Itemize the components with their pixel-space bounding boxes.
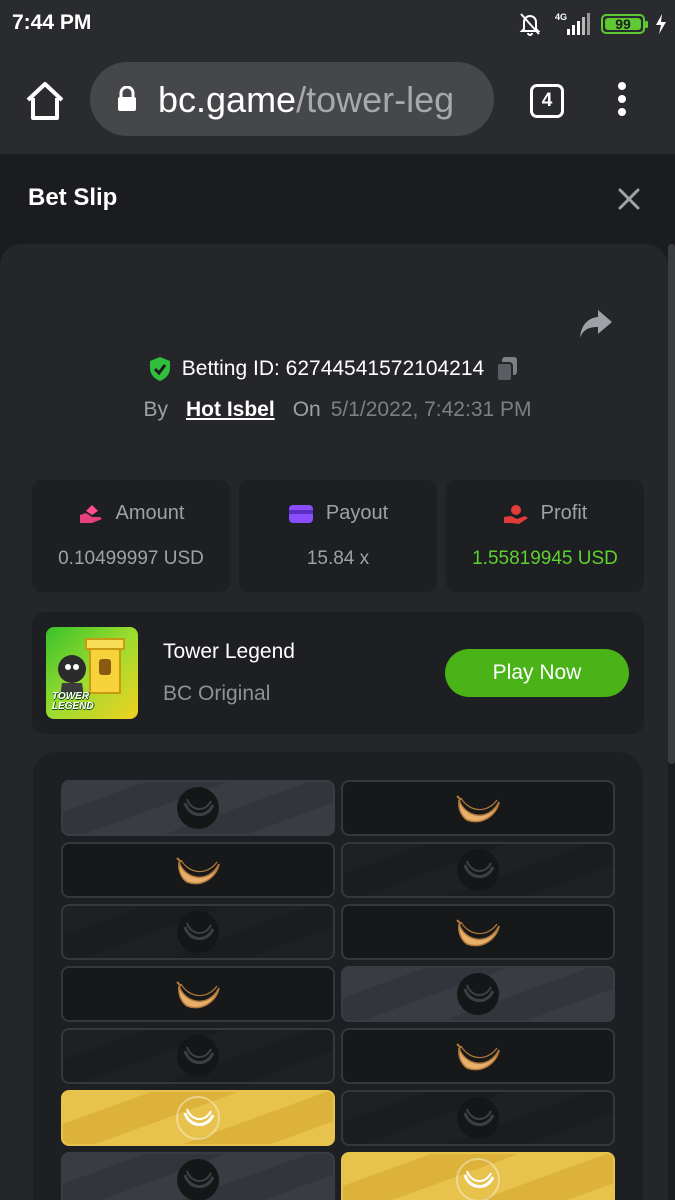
bet-author-row: By Hot Isbel On 5/1/2022, 7:42:31 PM [0, 394, 675, 426]
on-label: On [292, 398, 321, 421]
mute-bell-icon [519, 13, 541, 36]
copy-icon[interactable] [494, 355, 520, 383]
tower-tile [61, 780, 335, 836]
payout-card-icon [288, 504, 313, 523]
banana-icon [456, 795, 500, 823]
payout-value: 15.84 x [306, 548, 370, 569]
tower-tile [341, 1090, 615, 1146]
url-path: /tower-leg [296, 79, 455, 120]
empty-slot-icon [457, 1097, 499, 1139]
game-name: Tower Legend [163, 640, 295, 663]
banana-icon [456, 919, 500, 947]
battery-level: 99 [615, 16, 631, 32]
battery-icon: 99 [601, 14, 648, 34]
game-provider: BC Original [163, 682, 271, 705]
empty-slot-icon [177, 1159, 219, 1200]
game-row: TOWER LEGEND Tower Legend BC Original Pl… [32, 612, 644, 734]
tower-tile [341, 780, 615, 836]
play-now-button[interactable]: Play Now [445, 649, 629, 697]
empty-slot-icon [177, 911, 219, 953]
betting-id: Betting ID: 62744541572104214 [181, 357, 485, 380]
close-icon[interactable] [614, 184, 644, 214]
banana-icon [176, 1096, 220, 1140]
signal-icon: 4G [555, 12, 590, 35]
banana-icon [176, 981, 220, 1009]
tower-tile [341, 842, 615, 898]
tower-tile [341, 1028, 615, 1084]
profit-value: 1.55819945 USD [472, 548, 618, 569]
amount-label: Amount [115, 502, 185, 524]
tower-tile [61, 1090, 335, 1146]
status-icons: 4G 99 [517, 10, 667, 38]
amount-box: Amount 0.10499997 USD [32, 480, 230, 592]
address-bar[interactable]: bc.game/tower-leg [90, 62, 494, 136]
banana-icon [456, 1043, 500, 1071]
profit-hand-icon [503, 504, 528, 524]
tower-legend-thumbnail[interactable]: TOWER LEGEND [46, 627, 138, 719]
empty-slot-icon [457, 849, 499, 891]
tower-tile [61, 1028, 335, 1084]
amount-value: 0.10499997 USD [58, 548, 204, 569]
by-label: By [143, 398, 168, 421]
share-icon[interactable] [578, 306, 614, 340]
home-icon[interactable] [22, 78, 68, 124]
thumbnail-title-line-2: LEGEND [52, 701, 94, 712]
lock-icon [118, 86, 136, 111]
user-name-link[interactable]: Hot Isbel [186, 398, 275, 422]
browser-toolbar: bc.game/tower-leg 4 [0, 48, 675, 154]
empty-slot-icon [457, 973, 499, 1015]
url-text: bc.game/tower-leg [158, 79, 454, 121]
tower-tile [341, 904, 615, 960]
tower-tile [341, 966, 615, 1022]
payout-box: Payout 15.84 x [239, 480, 437, 592]
more-menu-icon[interactable] [608, 82, 636, 122]
tab-switcher-button[interactable]: 4 [530, 84, 564, 118]
tower-tile [61, 966, 335, 1022]
status-bar: 7:44 PM 4G 99 [0, 0, 675, 48]
empty-slot-icon [177, 1035, 219, 1077]
banana-icon [176, 857, 220, 885]
thumbnail-title: TOWER LEGEND [52, 692, 94, 712]
banana-icon [456, 1158, 500, 1200]
scrollbar[interactable] [668, 244, 675, 764]
betting-id-row: Betting ID: 62744541572104214 [0, 352, 668, 386]
verified-shield-icon [149, 357, 170, 381]
tower-tile [61, 842, 335, 898]
tower-tile [61, 1152, 335, 1200]
profit-label: Profit [540, 502, 588, 524]
url-host: bc.game [158, 79, 297, 120]
amount-icon [79, 504, 102, 523]
network-type: 4G [555, 12, 567, 22]
status-time: 7:44 PM [12, 11, 92, 34]
tower-tile [341, 1152, 615, 1200]
payout-label: Payout [325, 502, 389, 524]
bet-slip-title: Bet Slip [28, 184, 118, 211]
charging-icon [656, 14, 666, 34]
bet-date: 5/1/2022, 7:42:31 PM [330, 398, 532, 421]
empty-slot-icon [177, 787, 219, 829]
bet-slip-header: Bet Slip [0, 154, 675, 244]
tower-tile [61, 904, 335, 960]
profit-box: Profit 1.55819945 USD [446, 480, 644, 592]
